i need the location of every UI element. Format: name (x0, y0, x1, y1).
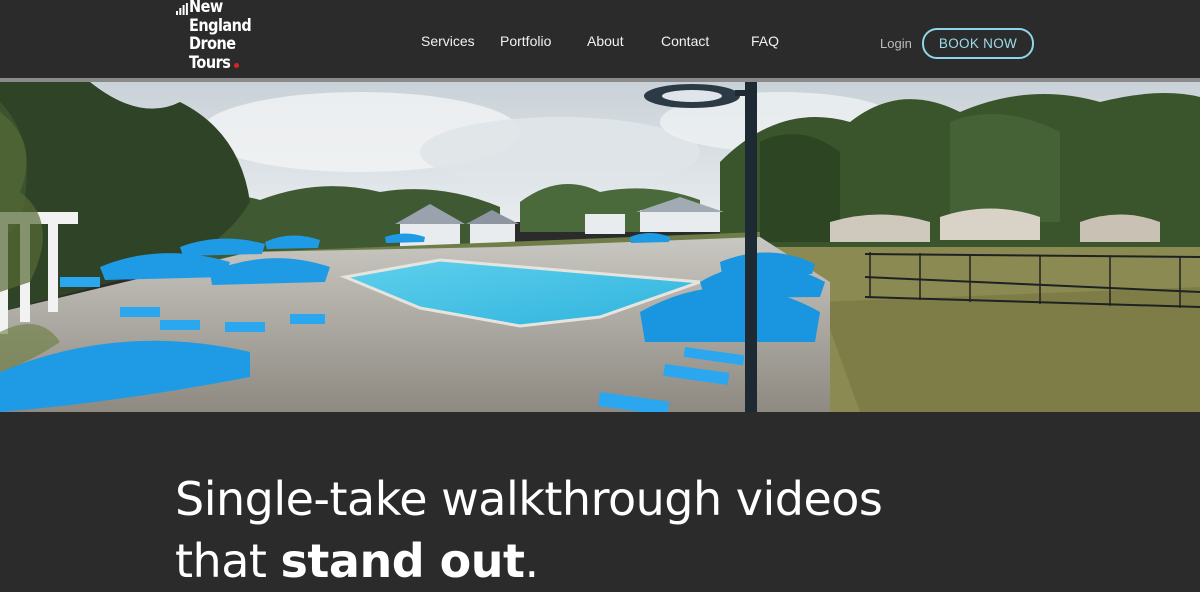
site-header: New England Drone Tours Services Portfol… (0, 0, 1200, 78)
brand-logo[interactable]: New England Drone Tours (176, 0, 256, 74)
headline-line-1: Single-take walkthrough videos (175, 471, 883, 526)
nav-faq[interactable]: FAQ (751, 33, 779, 49)
logo-line: Tours (189, 52, 231, 73)
headline-line-2: that stand out. (175, 530, 882, 592)
logo-line: Drone (189, 34, 236, 54)
headline-prefix: that (175, 533, 281, 588)
drone-pool-scene-image (0, 82, 1200, 412)
book-now-button[interactable]: BOOK NOW (922, 28, 1034, 59)
headline-suffix: . (524, 533, 540, 588)
nav-portfolio[interactable]: Portfolio (500, 33, 551, 49)
hero-video[interactable] (0, 82, 1200, 412)
headline-emphasis: stand out (280, 533, 525, 588)
nav-contact[interactable]: Contact (661, 33, 709, 49)
logo-red-dot (234, 63, 239, 68)
login-link[interactable]: Login (880, 36, 912, 51)
brand-logo-text: New England Drone Tours (189, 0, 252, 73)
logo-line: New (189, 0, 223, 17)
nav-services[interactable]: Services (421, 33, 475, 49)
hero-headline: Single-take walkthrough videos that stan… (175, 468, 883, 592)
nav-about[interactable]: About (587, 33, 624, 49)
signal-bars-icon (176, 3, 188, 15)
logo-line: England (189, 15, 252, 36)
